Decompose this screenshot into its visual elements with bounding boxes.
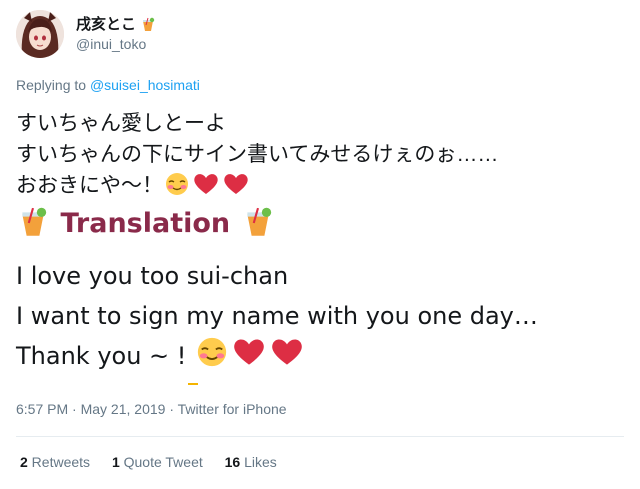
quote-tweets-count: 1 (111, 454, 120, 470)
likes-label: Likes (240, 454, 277, 470)
replying-to: Replying to @suisei_hosimati (16, 77, 200, 93)
translation-line: I love you too sui-chan (16, 262, 289, 290)
smiling-blush-icon (197, 337, 227, 367)
reply-mention-link[interactable]: @suisei_hosimati (90, 77, 200, 93)
retweets-label: Retweets (27, 454, 91, 470)
heart-icon (194, 174, 218, 194)
translation-title: Translation (60, 207, 231, 239)
cocktail-icon (246, 207, 271, 236)
retweets-stat[interactable]: 2 Retweets (20, 454, 90, 470)
meta-separator: · (68, 401, 81, 417)
heart-icon (224, 174, 248, 194)
replying-prefix: Replying to (16, 77, 90, 93)
avatar[interactable] (16, 10, 64, 58)
translation-text: I love you too sui-chan I want to sign m… (16, 256, 538, 376)
likes-count: 16 (224, 454, 241, 470)
smiling-blush-icon (166, 173, 188, 195)
quote-tweets-label: Quote Tweet (119, 454, 203, 470)
quote-tweets-stat[interactable]: 1 Quote Tweet (112, 454, 203, 470)
heart-icon (234, 339, 264, 365)
display-name-text: 戌亥とこ (76, 16, 137, 33)
divider (16, 436, 624, 437)
translation-line: Thank you ~ ! (16, 336, 538, 376)
translation-header: Translation (16, 206, 275, 246)
cocktail-icon (143, 17, 155, 32)
tweet-text-japanese: すいちゃん愛しとーよ すいちゃんの下にサイン書いてみせるけぇのぉ…… おおきにや… (16, 108, 498, 201)
likes-stat[interactable]: 16 Likes (225, 454, 277, 470)
decorative-mark (188, 383, 198, 385)
retweets-count: 2 (20, 454, 28, 470)
jp-line-text: おおきにや～！ (16, 174, 163, 197)
translation-line-text: Thank you ~ ! (16, 342, 187, 370)
tweet-time-link[interactable]: 6:57 PM (16, 401, 68, 417)
heart-icon (272, 339, 302, 365)
avatar-image (16, 10, 64, 58)
tweet-stats: 2 Retweets 1 Quote Tweet 16 Likes (20, 454, 295, 470)
tweet-meta: 6:57 PM · May 21, 2019 · Twitter for iPh… (16, 401, 287, 417)
tweet-date-link[interactable]: May 21, 2019 (81, 401, 166, 417)
meta-separator: · (165, 401, 178, 417)
display-name[interactable]: 戌亥とこ (76, 13, 156, 34)
jp-line: すいちゃんの下にサイン書いてみせるけぇのぉ…… (16, 143, 499, 166)
user-handle[interactable]: @inui_toko (76, 36, 146, 52)
jp-line: おおきにや～！ (16, 170, 498, 201)
cocktail-icon (22, 207, 47, 236)
tweet-source-link[interactable]: Twitter for iPhone (178, 401, 287, 417)
translation-line: I want to sign my name with you one day… (16, 302, 538, 330)
jp-line: すいちゃん愛しとーよ (16, 112, 226, 135)
